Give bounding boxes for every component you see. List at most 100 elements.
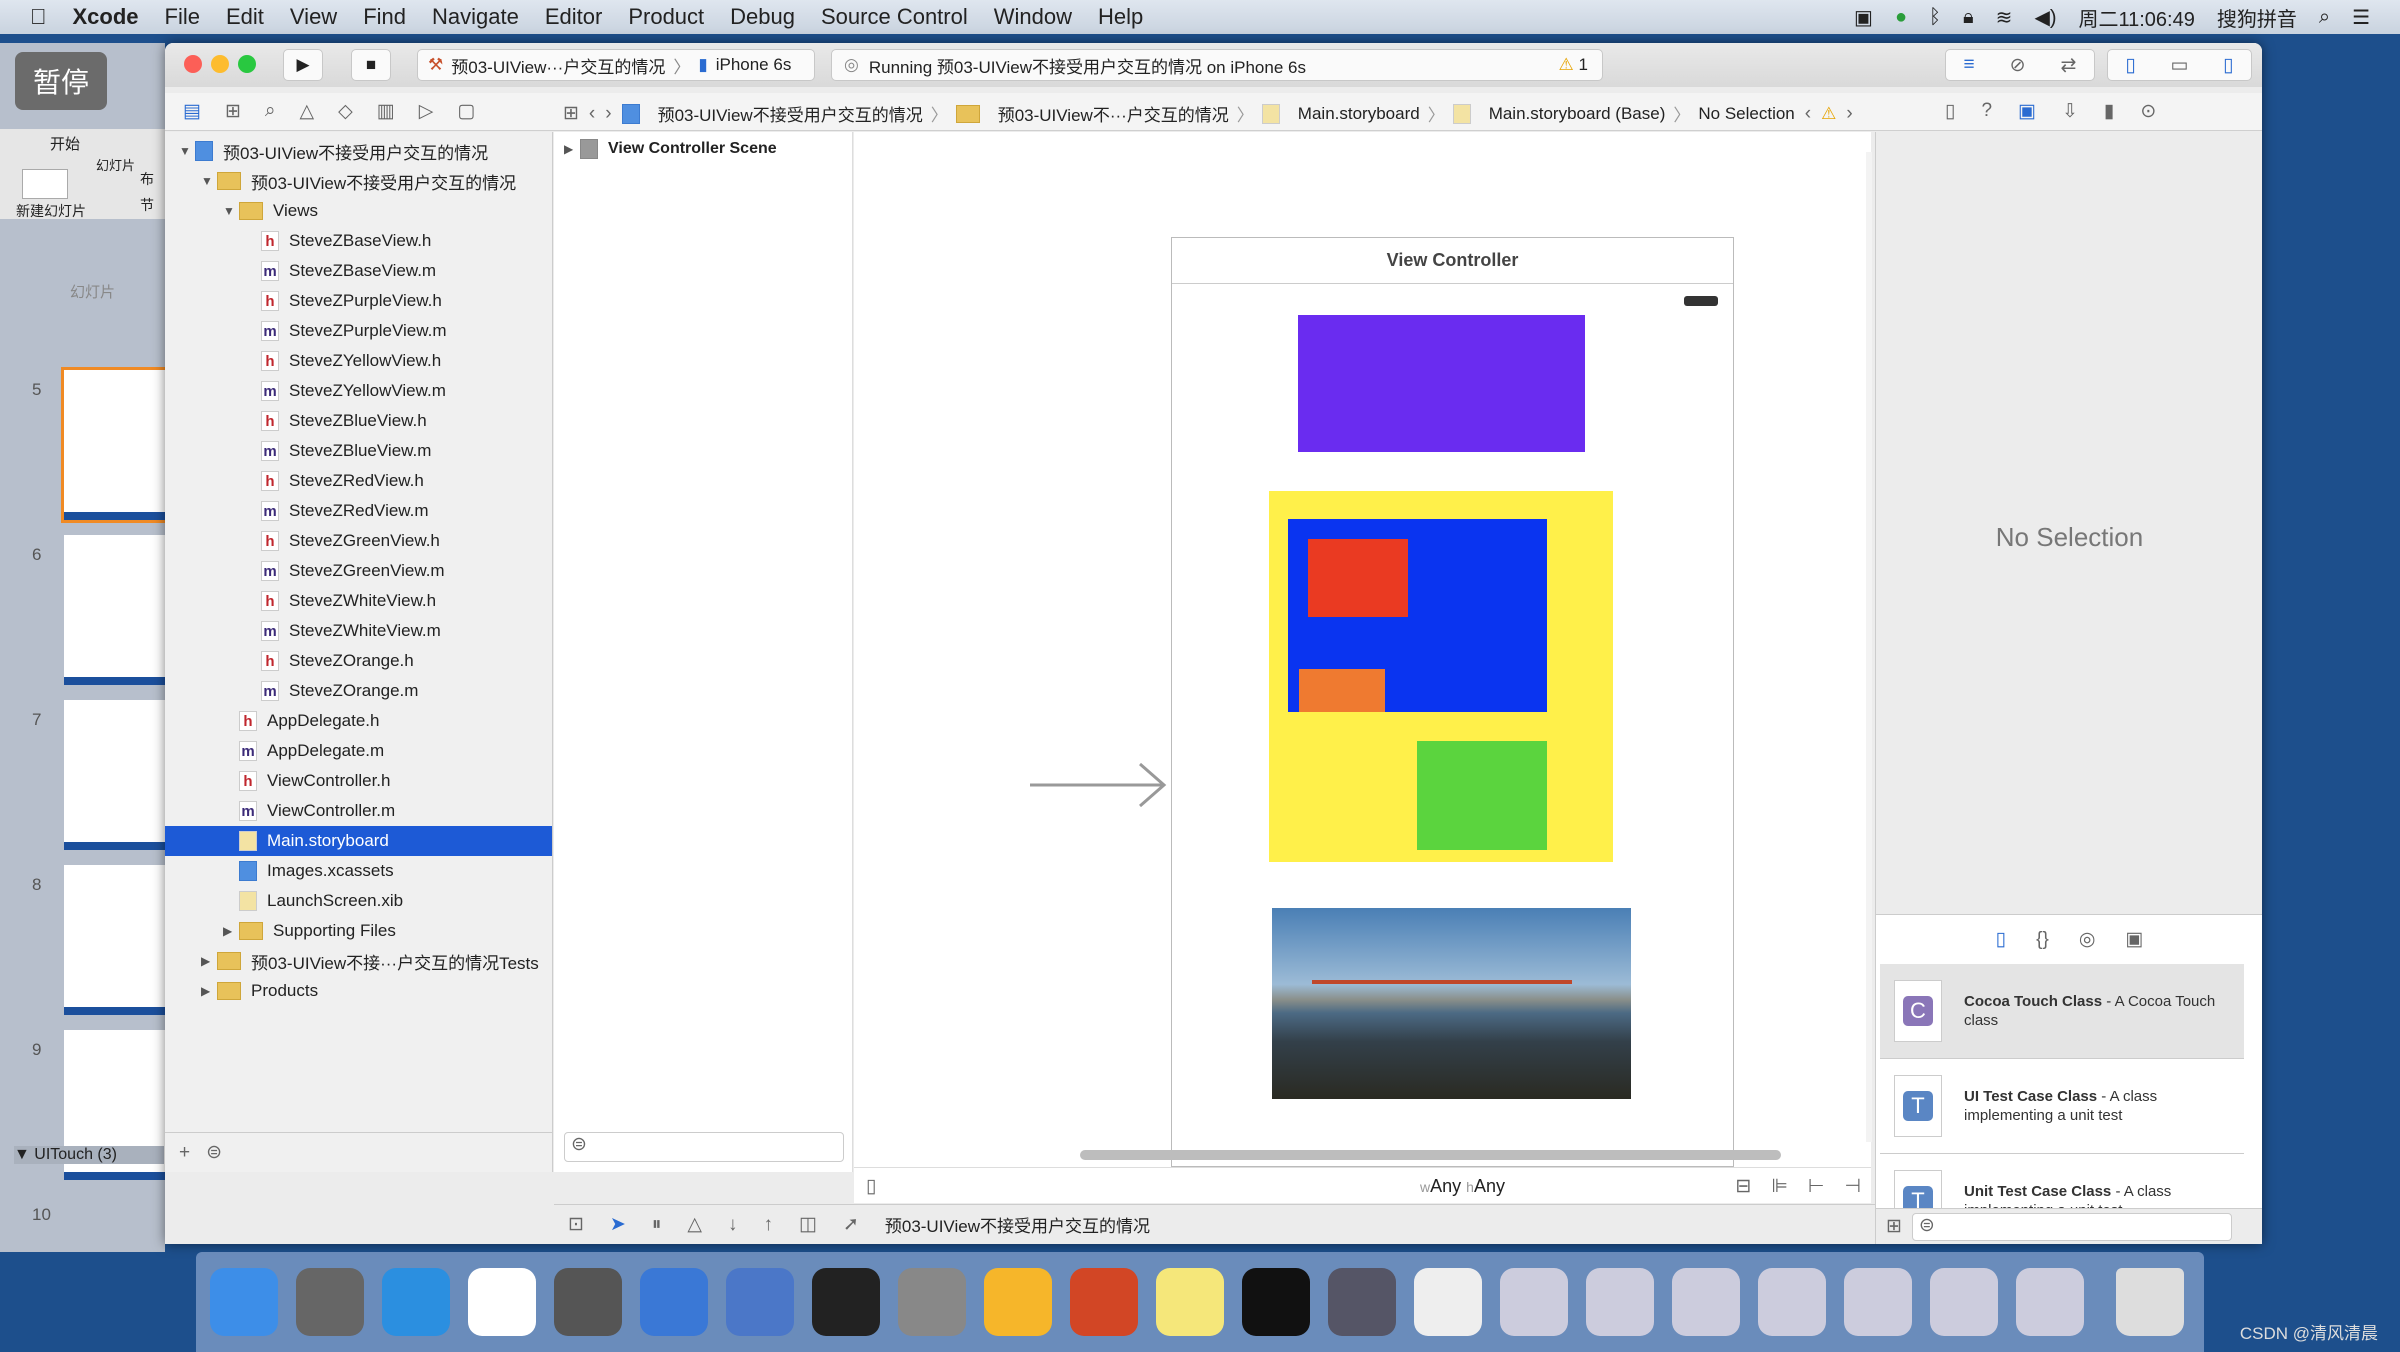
- disclosure-open-icon[interactable]: ▼: [179, 144, 195, 158]
- yellow-view[interactable]: [1269, 491, 1613, 862]
- preview-dock-icon[interactable]: [1414, 1268, 1482, 1336]
- disclosure-open-icon[interactable]: ▼: [223, 204, 239, 218]
- navigator-item[interactable]: ▼ Views: [165, 196, 552, 226]
- scheme-selector[interactable]: ⚒ 预03-UIView···户交互的情况 〉 ▮ iPhone 6s: [417, 49, 815, 81]
- navigator-item[interactable]: m SteveZOrange.m: [165, 676, 552, 706]
- slides-pane-tab[interactable]: 幻灯片: [70, 281, 115, 302]
- align-icon[interactable]: ⊫: [1771, 1175, 1788, 1198]
- breadcrumb-item[interactable]: 预03-UIView不···户交互的情况: [998, 101, 1229, 126]
- code-snippet-library-icon[interactable]: {}: [2036, 929, 2049, 951]
- slide-thumbnail[interactable]: [64, 535, 165, 685]
- image-view-golden-gate[interactable]: [1272, 908, 1631, 1099]
- connections-inspector-icon[interactable]: ⊙: [2140, 100, 2156, 123]
- navigator-item[interactable]: m AppDelegate.m: [165, 736, 552, 766]
- xcode-dock-icon[interactable]: [640, 1268, 708, 1336]
- sketch-dock-icon[interactable]: [984, 1268, 1052, 1336]
- menu-file[interactable]: File: [165, 4, 200, 30]
- back-icon[interactable]: ‹: [589, 103, 595, 125]
- close-button[interactable]: [184, 55, 202, 73]
- navigator-item[interactable]: m SteveZWhiteView.m: [165, 616, 552, 646]
- slide-thumbnail[interactable]: [61, 367, 168, 523]
- zoom-button[interactable]: [238, 55, 256, 73]
- minimize-button[interactable]: [211, 55, 229, 73]
- debug-target[interactable]: 预03-UIView不接受用户交互的情况: [885, 1212, 1150, 1237]
- library-item[interactable]: T UI Test Case Class - A class implementi…: [1880, 1059, 2244, 1154]
- hide-debug-icon[interactable]: ⊡: [568, 1213, 584, 1236]
- toggle-utilities-icon[interactable]: ▯: [2223, 54, 2233, 77]
- menu-editor[interactable]: Editor: [545, 4, 602, 30]
- navigator-item[interactable]: ▶ Supporting Files: [165, 916, 552, 946]
- navigator-item[interactable]: h SteveZGreenView.h: [165, 526, 552, 556]
- assistant-editor-icon[interactable]: ⊘: [2010, 54, 2026, 77]
- breadcrumb-item[interactable]: Main.storyboard (Base): [1489, 104, 1666, 124]
- breadcrumb-item[interactable]: No Selection: [1698, 104, 1794, 124]
- version-editor-icon[interactable]: ⇄: [2061, 54, 2077, 77]
- navigator-item[interactable]: LaunchScreen.xib: [165, 886, 552, 916]
- navigator-item[interactable]: h SteveZYellowView.h: [165, 346, 552, 376]
- menu-view[interactable]: View: [290, 4, 337, 30]
- exec-dock-icon[interactable]: [1242, 1268, 1310, 1336]
- horizontal-scrollbar[interactable]: [1080, 1150, 1781, 1160]
- bluetooth-icon[interactable]: ᛒ: [1929, 6, 1941, 29]
- add-icon[interactable]: +: [179, 1142, 190, 1164]
- storyboard-canvas[interactable]: View Controller ▯ wAny hAny ⊟ ⊫ ⊢ ⊣: [854, 132, 1872, 1203]
- terminal-dock-icon[interactable]: [812, 1268, 880, 1336]
- window3-dock-icon[interactable]: [1672, 1268, 1740, 1336]
- location-icon[interactable]: ➚: [843, 1213, 859, 1236]
- navigator-item[interactable]: h SteveZWhiteView.h: [165, 586, 552, 616]
- breakpoints-toggle-icon[interactable]: ➤: [610, 1213, 626, 1236]
- notification-center-icon[interactable]: ☰: [2352, 5, 2370, 30]
- breadcrumb-item[interactable]: 预03-UIView不接受用户交互的情况: [658, 101, 923, 126]
- step-in-icon[interactable]: ↓: [728, 1214, 738, 1236]
- navigator-item[interactable]: Images.xcassets: [165, 856, 552, 886]
- navigator-item[interactable]: h SteveZOrange.h: [165, 646, 552, 676]
- navigator-item[interactable]: m SteveZBlueView.m: [165, 436, 552, 466]
- launchpad-dock-icon[interactable]: [296, 1268, 364, 1336]
- quicktime-dock-icon[interactable]: [1328, 1268, 1396, 1336]
- step-over-icon[interactable]: △: [687, 1213, 702, 1236]
- purple-view[interactable]: [1298, 315, 1585, 452]
- toggle-debug-area-icon[interactable]: ▭: [2171, 54, 2189, 77]
- outline-filter-input[interactable]: ⊜: [564, 1132, 844, 1162]
- menu-edit[interactable]: Edit: [226, 4, 264, 30]
- library-item[interactable]: T Unit Test Case Class - A class implemen…: [1880, 1154, 2244, 1208]
- menu-navigate[interactable]: Navigate: [432, 4, 519, 30]
- warning-badge[interactable]: ⚠ 1: [1559, 55, 1588, 75]
- powerpoint-dock-icon[interactable]: [1070, 1268, 1138, 1336]
- navigator-item[interactable]: h AppDelegate.h: [165, 706, 552, 736]
- toggle-navigator-icon[interactable]: ▯: [2125, 54, 2135, 77]
- instruments-dock-icon[interactable]: [726, 1268, 794, 1336]
- notes-dock-icon[interactable]: [1156, 1268, 1224, 1336]
- clock[interactable]: 周二11:06:49: [2078, 3, 2194, 32]
- navigator-item[interactable]: ▼ 预03-UIView不接受用户交互的情况: [165, 136, 552, 166]
- window1-dock-icon[interactable]: [1500, 1268, 1568, 1336]
- navigator-item[interactable]: Main.storyboard: [165, 826, 552, 856]
- blue-view[interactable]: [1288, 519, 1547, 712]
- navigator-item[interactable]: m SteveZGreenView.m: [165, 556, 552, 586]
- view-controller-frame[interactable]: View Controller: [1171, 237, 1734, 1167]
- window5-dock-icon[interactable]: [1844, 1268, 1912, 1336]
- test-navigator-icon[interactable]: ◇: [338, 100, 353, 123]
- identity-inspector-icon[interactable]: ▣: [2018, 100, 2036, 123]
- disclosure-closed-icon[interactable]: ▶: [201, 984, 217, 998]
- size-class-control[interactable]: wAny hAny: [1420, 1176, 1505, 1197]
- navigator-item[interactable]: h SteveZPurpleView.h: [165, 286, 552, 316]
- standard-editor-icon[interactable]: ≡: [1964, 54, 1975, 76]
- navigator-item[interactable]: m SteveZBaseView.m: [165, 256, 552, 286]
- warning-icon[interactable]: ⚠: [1821, 104, 1836, 124]
- related-items-icon[interactable]: ⊞: [563, 102, 579, 125]
- prev-issue-icon[interactable]: ‹: [1805, 103, 1811, 125]
- run-button[interactable]: ▶: [283, 49, 323, 81]
- app-status-icon[interactable]: ●: [1895, 6, 1907, 29]
- window2-dock-icon[interactable]: [1586, 1268, 1654, 1336]
- report-navigator-icon[interactable]: ▢: [457, 100, 475, 123]
- navigator-item[interactable]: m SteveZYellowView.m: [165, 376, 552, 406]
- disclosure-closed-icon[interactable]: ▶: [223, 924, 239, 938]
- menu-find[interactable]: Find: [363, 4, 406, 30]
- menu-window[interactable]: Window: [994, 4, 1072, 30]
- ppt-home-tab[interactable]: 开始: [50, 133, 80, 154]
- resolve-issues-icon[interactable]: ⊣: [1844, 1175, 1861, 1198]
- library-filter-input[interactable]: ⊜: [1911, 1212, 2232, 1241]
- finder-dock-icon[interactable]: [210, 1268, 278, 1336]
- ppt-section-header[interactable]: ▼ UITouch (3): [14, 1146, 164, 1164]
